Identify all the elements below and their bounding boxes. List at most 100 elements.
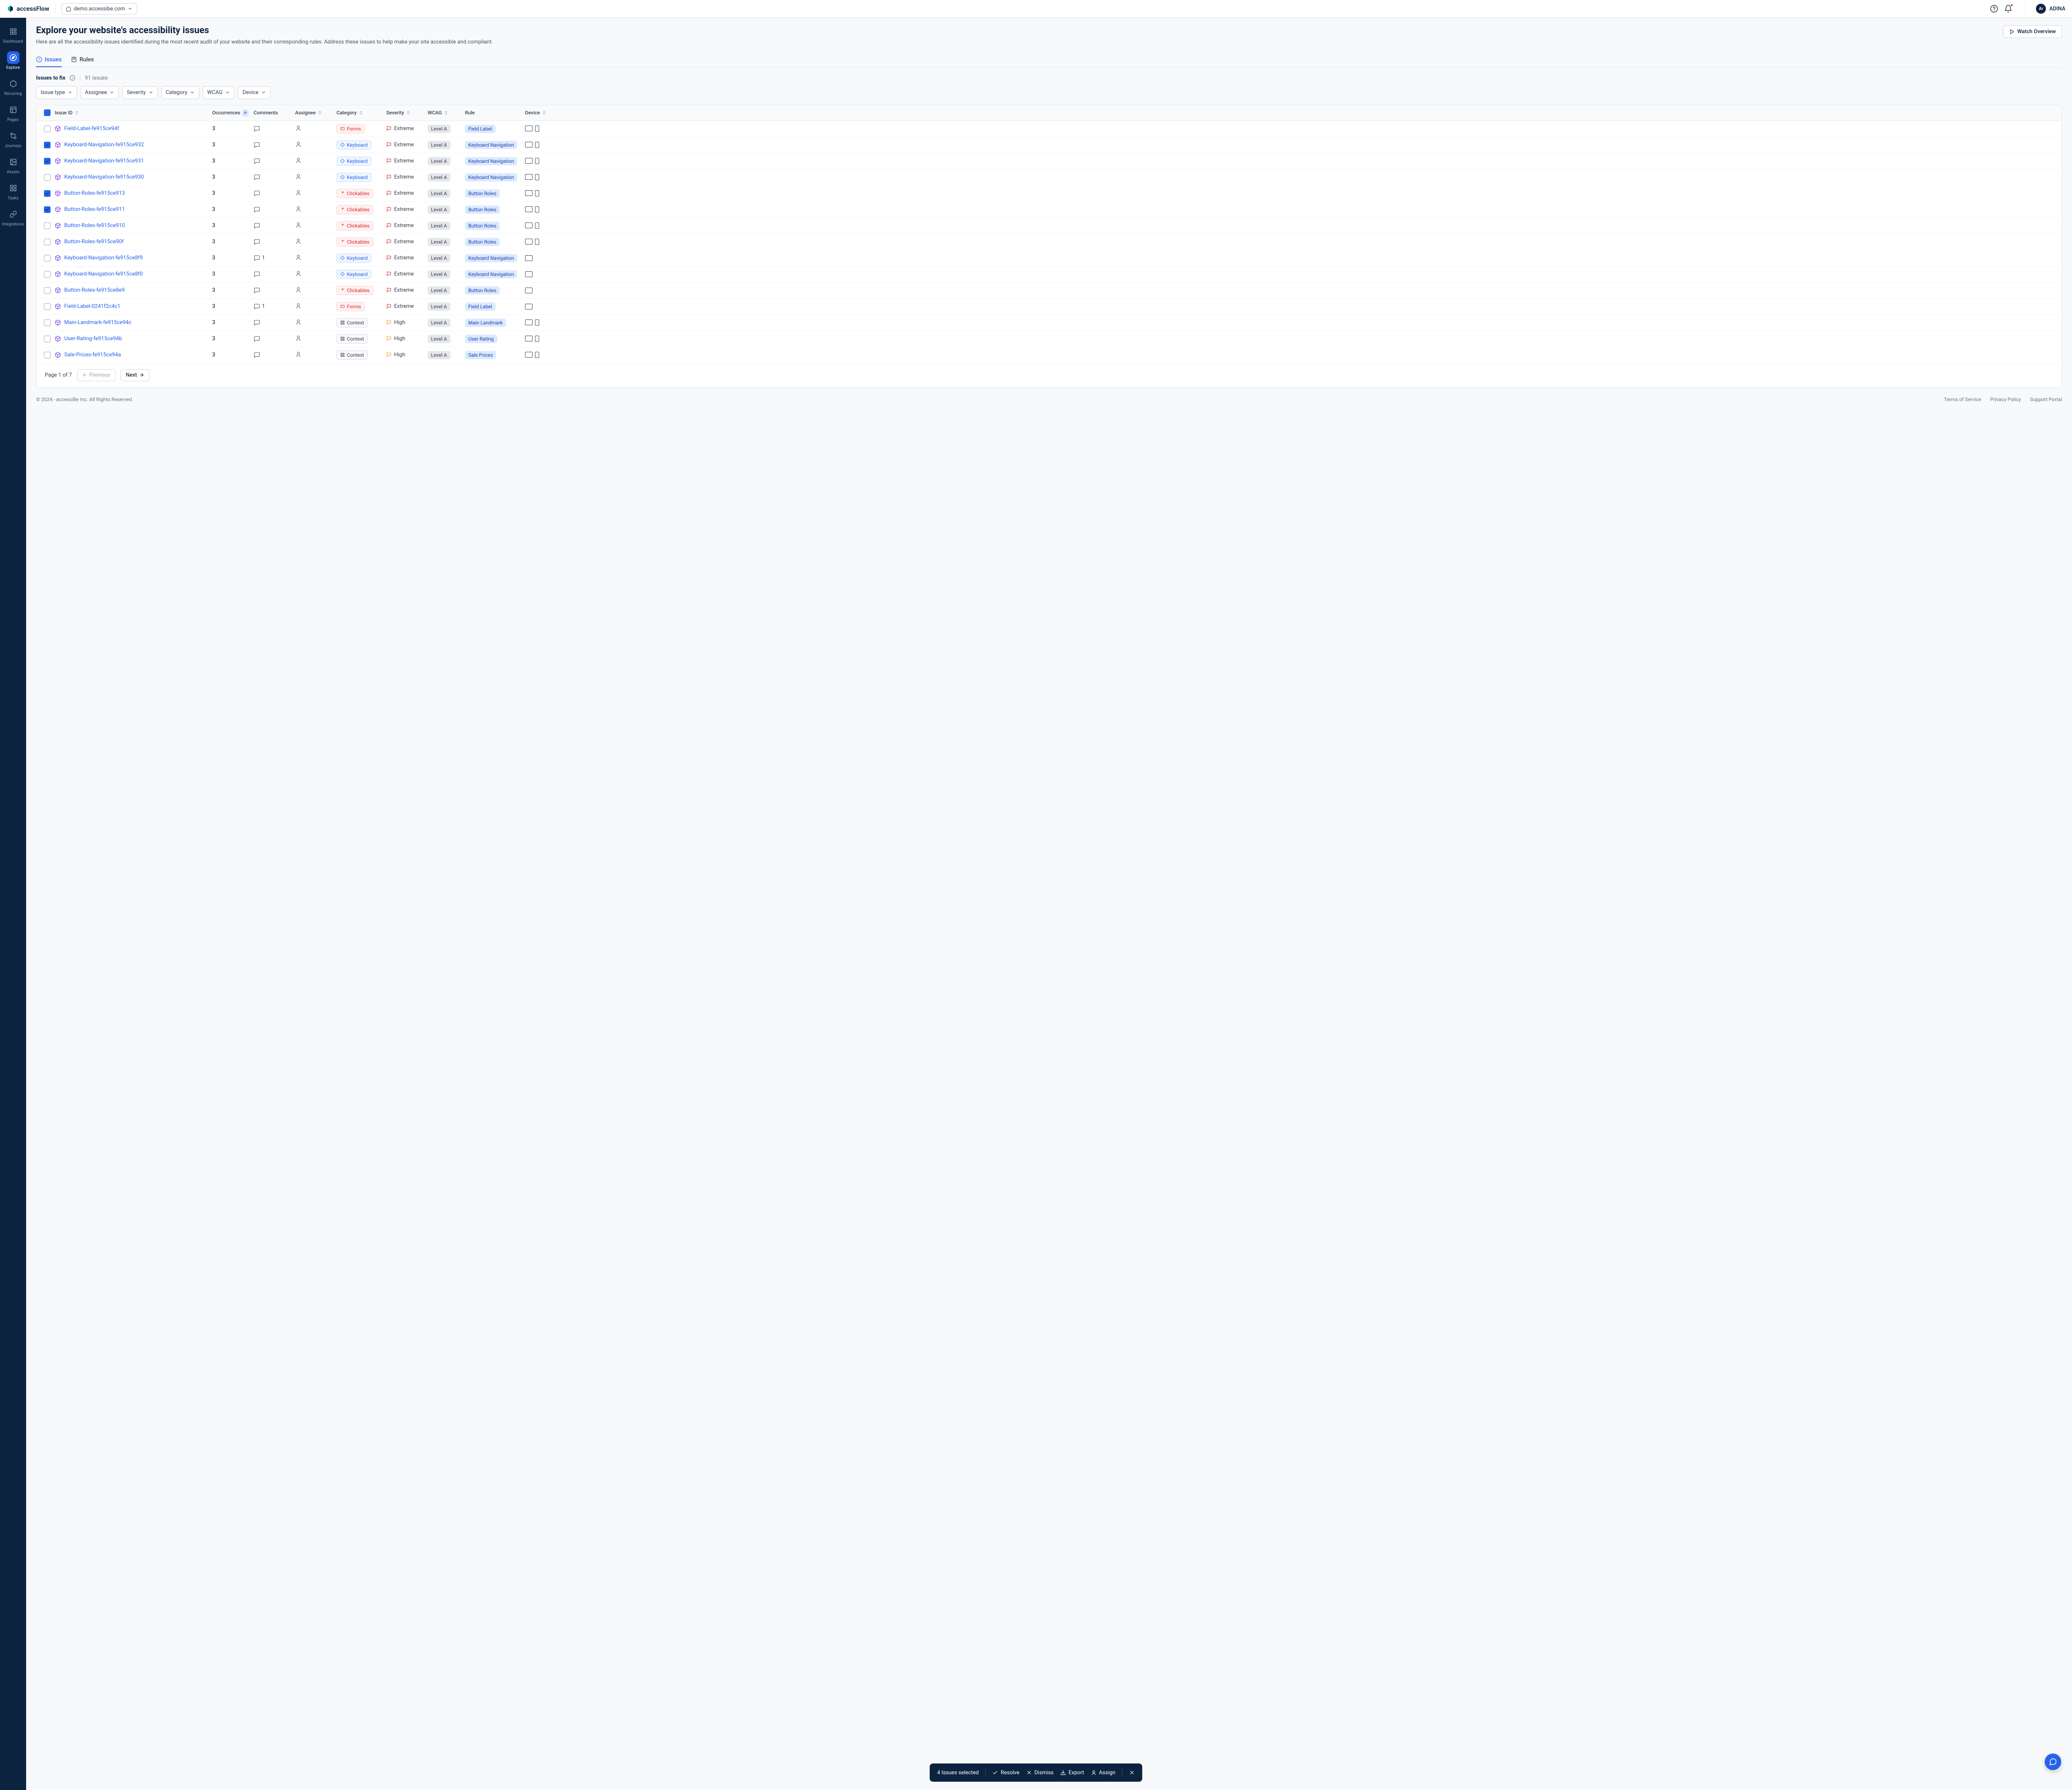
desktop-icon[interactable] [525,255,533,261]
issue-link[interactable]: Main-Landmark-fe915ce94c [64,319,131,326]
filter-wcag[interactable]: WCAG [203,86,235,99]
row-checkbox[interactable] [44,223,51,229]
issue-link[interactable]: Keyboard-Navigation-fe915ce932 [64,142,144,148]
footer-link[interactable]: Support Portal [2030,397,2062,402]
comments-cell[interactable] [254,158,295,164]
footer-link[interactable]: Privacy Policy [1990,397,2021,402]
mobile-icon[interactable] [535,206,539,213]
sidebar-item-assets[interactable]: Assets [2,153,24,177]
desktop-icon[interactable] [525,126,533,131]
comments-cell[interactable] [254,239,295,245]
desktop-icon[interactable] [525,288,533,293]
mobile-icon[interactable] [535,142,539,148]
row-checkbox[interactable] [44,142,51,148]
mobile-icon[interactable] [535,319,539,326]
row-checkbox[interactable] [44,319,51,326]
comments-cell[interactable] [254,142,295,148]
filter-category[interactable]: Category [161,86,199,99]
assignee-cell[interactable] [295,125,336,133]
col-severity[interactable]: Severity [386,110,428,116]
row-checkbox[interactable] [44,336,51,342]
sidebar-item-pages[interactable]: Pages [2,101,24,125]
comments-cell[interactable] [254,287,295,294]
comments-cell[interactable] [254,336,295,342]
col-rule[interactable]: Rule [465,110,525,116]
col-category[interactable]: Category [336,110,386,116]
row-checkbox[interactable] [44,158,51,164]
export-button[interactable]: Export [1060,1770,1084,1776]
resolve-button[interactable]: Resolve [992,1770,1019,1776]
comments-cell[interactable]: 1 [254,303,295,310]
footer-link[interactable]: Terms of Service [1944,397,1981,402]
comments-cell[interactable] [254,271,295,278]
mobile-icon[interactable] [535,223,539,229]
assign-button[interactable]: Assign [1091,1770,1116,1776]
desktop-icon[interactable] [525,158,533,164]
row-checkbox[interactable] [44,190,51,197]
issue-link[interactable]: Sale-Prices-fe915ce94a [64,352,121,358]
watch-overview-button[interactable]: Watch Overview [2003,25,2062,38]
close-action-bar-button[interactable] [1129,1770,1135,1775]
prev-button[interactable]: Previous [77,369,116,381]
assignee-cell[interactable] [295,270,336,278]
assignee-cell[interactable] [295,335,336,343]
tab-rules[interactable]: Rules [71,53,94,67]
sidebar-item-explore[interactable]: Explore [2,49,24,73]
desktop-icon[interactable] [525,304,533,310]
desktop-icon[interactable] [525,336,533,341]
mobile-icon[interactable] [535,158,539,164]
mobile-icon[interactable] [535,352,539,358]
col-device[interactable]: Device [525,110,566,116]
assignee-cell[interactable] [295,286,336,295]
chat-fab[interactable] [2045,1754,2061,1770]
site-selector[interactable]: demo.accessibe.com [61,3,137,15]
tab-issues[interactable]: Issues [36,53,62,67]
user-menu[interactable]: Ar ADINA [2036,4,2065,14]
desktop-icon[interactable] [525,239,533,244]
issue-link[interactable]: Keyboard-Navigation-fe915ce930 [64,174,144,180]
mobile-icon[interactable] [535,336,539,342]
issue-link[interactable]: Field-Label-0241f2c4c1 [64,303,121,310]
sidebar-item-tasks[interactable]: Tasks [2,179,24,203]
issue-link[interactable]: User-Rating-fe915ce94b [64,336,122,342]
comments-cell[interactable] [254,206,295,213]
comments-cell[interactable] [254,126,295,132]
assignee-cell[interactable] [295,302,336,311]
col-assignee[interactable]: Assignee [295,110,336,116]
assignee-cell[interactable] [295,351,336,359]
desktop-icon[interactable] [525,223,533,228]
filter-severity[interactable]: Severity [122,86,158,99]
sidebar-item-journeys[interactable]: Journeys [2,127,24,151]
assignee-cell[interactable] [295,319,336,327]
sidebar-item-recurring[interactable]: Recurring [2,75,24,99]
row-checkbox[interactable] [44,271,51,278]
comments-cell[interactable] [254,190,295,197]
sidebar-item-integrations[interactable]: Integrations [2,206,24,229]
desktop-icon[interactable] [525,206,533,212]
row-checkbox[interactable] [44,239,51,245]
col-occurrences[interactable]: Occurrences [212,109,254,116]
issue-link[interactable]: Keyboard-Navigation-fe915ce8f0 [64,271,143,277]
issue-link[interactable]: Button-Roles-fe915ce911 [64,206,125,213]
issue-link[interactable]: Keyboard-Navigation-fe915ce931 [64,158,144,164]
filter-issue-type[interactable]: Issue type [36,86,77,99]
filter-device[interactable]: Device [238,86,271,99]
issue-link[interactable]: Keyboard-Navigation-fe915ce8f9 [64,255,143,261]
row-checkbox[interactable] [44,126,51,132]
select-all-checkbox[interactable] [44,109,51,116]
info-icon[interactable] [70,75,75,81]
issue-link[interactable]: Button-Roles-fe915ce90f [64,239,124,245]
assignee-cell[interactable] [295,222,336,230]
sidebar-item-dashboard[interactable]: Dashboard [2,23,24,46]
comments-cell[interactable] [254,319,295,326]
assignee-cell[interactable] [295,238,336,246]
row-checkbox[interactable] [44,255,51,261]
issue-link[interactable]: Field-Label-fe915ce94f [64,126,119,132]
row-checkbox[interactable] [44,303,51,310]
comments-cell[interactable] [254,174,295,181]
comments-cell[interactable] [254,223,295,229]
desktop-icon[interactable] [525,190,533,196]
issue-link[interactable]: Button-Roles-fe915ce910 [64,223,125,229]
assignee-cell[interactable] [295,254,336,262]
assignee-cell[interactable] [295,157,336,165]
